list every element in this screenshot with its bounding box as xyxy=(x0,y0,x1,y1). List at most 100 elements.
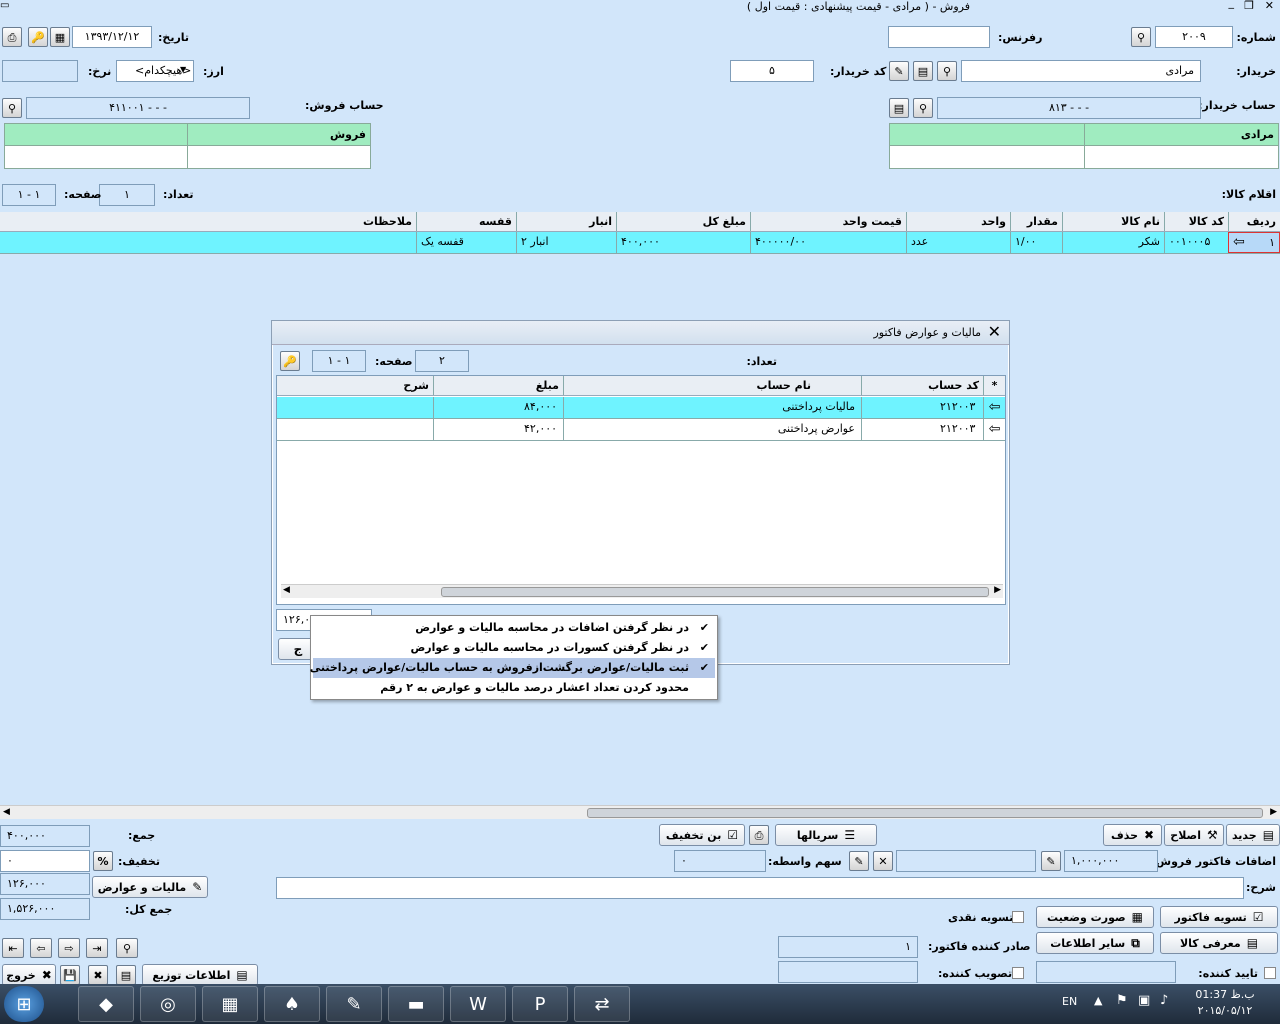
description-field[interactable] xyxy=(276,877,1244,899)
chevron-right-icon[interactable]: ▶ xyxy=(994,585,1001,595)
network-icon[interactable]: ▣ xyxy=(1138,993,1150,1008)
cancel-icon[interactable]: ✕ xyxy=(873,851,893,871)
horizontal-scrollbar[interactable]: ◀ ▶ xyxy=(281,584,1003,598)
teamviewer-icon[interactable]: ⇄ xyxy=(574,986,630,1022)
delete-button[interactable]: ✖ حذف xyxy=(1103,824,1162,846)
column-header[interactable]: قفسه xyxy=(416,212,516,231)
column-header[interactable]: واحد xyxy=(906,212,1010,231)
printer-icon[interactable]: ⎙ xyxy=(749,825,769,845)
chevron-left-icon[interactable]: ◀ xyxy=(283,585,290,595)
clock-time[interactable]: 01:37 ب.ظ xyxy=(1190,988,1260,1001)
menu-item-consider-deductions[interactable]: ✔ در نظر گرفتن کسورات در محاسبه مالیات و … xyxy=(313,638,715,658)
warehouse-cell[interactable]: انبار ۲ xyxy=(516,232,616,253)
column-header[interactable]: شرح xyxy=(277,376,433,395)
column-header[interactable]: مبلغ xyxy=(433,376,563,395)
description-cell[interactable] xyxy=(277,397,433,418)
table-row[interactable]: ⇦ ۲۱۲۰۰۳ عوارض پرداختنی ۴۲,۰۰۰ xyxy=(277,419,1005,441)
menu-item-limit-decimals[interactable]: محدود کردن تعداد اعشار درصد مالیات و عوا… xyxy=(313,678,715,698)
unit-price-cell[interactable]: ۴۰۰۰۰۰/۰۰ xyxy=(750,232,906,253)
binoculars-icon[interactable]: ⚲ xyxy=(2,98,22,118)
ratifier-checkbox[interactable] xyxy=(1012,967,1024,979)
discount-coupon-button[interactable]: ☑ بن تخفیف xyxy=(659,824,745,846)
edit-icon[interactable]: ✎ xyxy=(889,61,909,81)
key-icon[interactable]: 🔑 xyxy=(28,27,48,47)
tax-button[interactable]: ✎ مالیات و عوارض xyxy=(92,876,208,898)
table-row[interactable]: ⇦ ۱ ۰۰۱۰۰۰۵ شکر ۱/۰۰ عدد ۴۰۰۰۰۰/۰۰ ۴۰۰,۰۰… xyxy=(0,232,1280,254)
approver-checkbox[interactable] xyxy=(1264,967,1276,979)
column-header[interactable]: نام کالا xyxy=(1062,212,1164,231)
account-name-cell[interactable]: مالیات پرداختنی xyxy=(563,397,861,418)
edit-icon[interactable]: ✎ xyxy=(849,851,869,871)
exit-button[interactable]: ✖ خروج xyxy=(2,964,56,986)
volume-icon[interactable]: ♪ xyxy=(1160,993,1168,1008)
arrow-left-icon[interactable]: ⇦ xyxy=(983,419,1005,440)
start-button[interactable]: ⊞ xyxy=(4,986,44,1022)
chevron-right-icon[interactable]: ▶ xyxy=(1270,807,1277,817)
ref-field[interactable] xyxy=(888,26,990,48)
binoculars-icon[interactable]: ⚲ xyxy=(1131,27,1151,47)
number-field[interactable]: ۲۰۰۹ xyxy=(1155,26,1233,48)
shelf-cell[interactable]: قفسه یک xyxy=(416,232,516,253)
column-header[interactable]: ملاحظات xyxy=(0,212,416,231)
column-header[interactable]: * xyxy=(983,376,1005,395)
save-icon[interactable]: 💾 xyxy=(60,965,80,985)
last-record-icon[interactable]: ⇥ xyxy=(86,938,108,958)
scrollbar-thumb[interactable] xyxy=(587,808,1263,818)
cancel-icon[interactable]: ✖ xyxy=(88,965,108,985)
column-header[interactable]: انبار xyxy=(516,212,616,231)
rate-field[interactable] xyxy=(2,60,78,82)
column-header[interactable]: کد حساب xyxy=(861,376,983,395)
quantity-cell[interactable]: ۱/۰۰ xyxy=(1010,232,1062,253)
document-icon[interactable]: ▤ xyxy=(116,965,136,985)
column-header[interactable]: قیمت واحد xyxy=(750,212,906,231)
cash-settle-checkbox[interactable] xyxy=(1012,911,1024,923)
distribution-info-button[interactable]: ▤ اطلاعات توزیع xyxy=(142,964,258,986)
app-icon[interactable]: ♠ xyxy=(264,986,320,1022)
document-icon[interactable]: ▤ xyxy=(913,61,933,81)
folder-icon[interactable]: ▬ xyxy=(388,986,444,1022)
app-icon[interactable]: ✎ xyxy=(326,986,382,1022)
chevron-left-icon[interactable]: ◀ xyxy=(3,807,10,817)
buyer-account-field[interactable]: ۸۱۳ - - - xyxy=(937,97,1201,119)
powerpoint-icon[interactable]: P xyxy=(512,986,568,1022)
printer-icon[interactable]: ⎙ xyxy=(2,27,22,47)
amount-cell[interactable]: ۸۴,۰۰۰ xyxy=(433,397,563,418)
settle-invoice-button[interactable]: ☑ تسویه فاکتور xyxy=(1160,906,1278,928)
other-info-button[interactable]: ⧉ سایر اطلاعات xyxy=(1036,932,1154,954)
sales-account-field[interactable]: ۴۱۱۰۰۱ - - - xyxy=(26,97,250,119)
product-code-cell[interactable]: ۰۰۱۰۰۰۵ xyxy=(1164,232,1228,253)
document-icon[interactable]: ▤ xyxy=(889,98,909,118)
date-field[interactable]: ۱۳۹۳/۱۲/۱۲ xyxy=(72,26,152,48)
product-name-cell[interactable]: شکر xyxy=(1062,232,1164,253)
column-header[interactable]: مبلغ کل xyxy=(616,212,750,231)
notes-cell[interactable] xyxy=(0,232,416,253)
close-icon[interactable]: ✕ xyxy=(1265,0,1274,12)
binoculars-icon[interactable]: ⚲ xyxy=(116,938,138,958)
key-icon[interactable]: 🔑 xyxy=(280,351,300,371)
table-row[interactable]: ⇦ ۲۱۲۰۰۳ مالیات پرداختنی ۸۴,۰۰۰ xyxy=(277,397,1005,419)
clock-date[interactable]: ۲۰۱۵/۰۵/۱۲ xyxy=(1190,1004,1260,1017)
scrollbar-thumb[interactable] xyxy=(441,587,989,597)
buyer-field[interactable]: مرادی xyxy=(961,60,1201,82)
binoculars-icon[interactable]: ⚲ xyxy=(937,61,957,81)
discount-field[interactable]: ۰ xyxy=(0,850,90,872)
column-header[interactable]: مقدار xyxy=(1010,212,1062,231)
minimize-icon[interactable]: _ xyxy=(1229,0,1235,9)
arrow-left-icon[interactable]: ⇦ xyxy=(983,397,1005,418)
first-record-icon[interactable]: ⇤ xyxy=(2,938,24,958)
app-icon[interactable]: ◆ xyxy=(78,986,134,1022)
next-record-icon[interactable]: ⇨ xyxy=(58,938,80,958)
percent-toggle[interactable]: % xyxy=(93,851,113,871)
amount-cell[interactable]: ۴۲,۰۰۰ xyxy=(433,419,563,440)
new-button[interactable]: ▤ جدید xyxy=(1226,824,1280,846)
description-cell[interactable] xyxy=(277,419,433,440)
close-icon[interactable]: ✕ xyxy=(988,324,1001,340)
word-icon[interactable]: W xyxy=(450,986,506,1022)
edit-button[interactable]: ⚒ اصلاح xyxy=(1164,824,1224,846)
chevron-down-icon[interactable]: ▼ xyxy=(180,65,186,74)
edit-icon[interactable]: ✎ xyxy=(1041,851,1061,871)
serials-button[interactable]: ☰ سریالها xyxy=(775,824,877,846)
flag-icon[interactable]: ⚑ xyxy=(1116,993,1128,1008)
statement-button[interactable]: ▦ صورت وضعیت xyxy=(1036,906,1154,928)
column-header[interactable]: نام حساب xyxy=(563,376,861,395)
